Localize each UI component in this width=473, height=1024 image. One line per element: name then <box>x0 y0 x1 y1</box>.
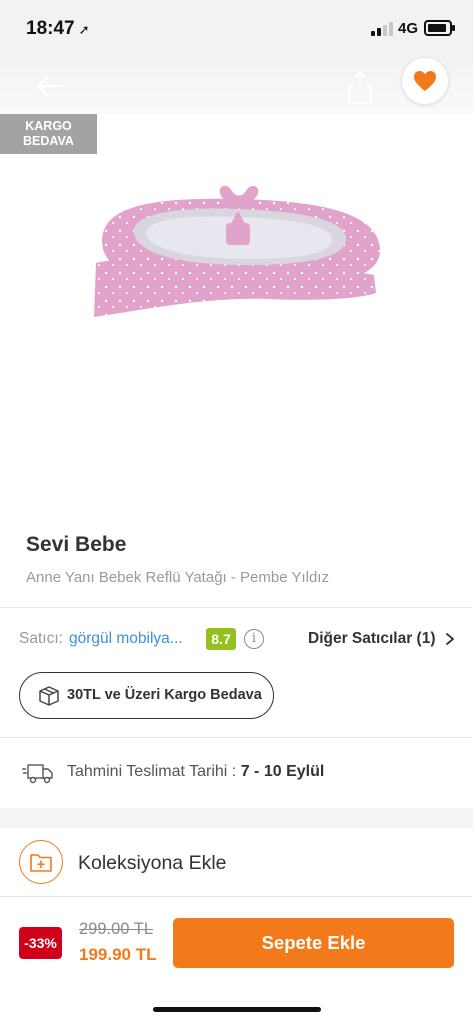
free-shipping-info-button[interactable]: 30TL ve Üzeri Kargo Bedava <box>19 672 274 719</box>
seller-link[interactable]: görgül mobilya... <box>69 630 183 648</box>
divider <box>0 607 473 608</box>
box-icon <box>38 685 60 707</box>
free-shipping-badge: KARGO BEDAVA <box>0 114 97 154</box>
badge-line-1: KARGO <box>25 119 72 133</box>
truck-icon <box>22 761 54 785</box>
home-indicator[interactable] <box>153 1007 321 1012</box>
section-separator <box>0 808 473 828</box>
seller-score-badge: 8.7 <box>206 628 236 650</box>
add-to-collection-row[interactable]: Koleksiyona Ekle <box>0 828 473 896</box>
add-to-collection-label: Koleksiyona Ekle <box>78 852 227 874</box>
divider <box>0 737 473 738</box>
status-bar: 18:47 ➚ 4G <box>0 0 473 58</box>
info-icon[interactable]: i <box>244 629 264 649</box>
product-brand[interactable]: Sevi Bebe <box>26 533 126 557</box>
favorite-button[interactable] <box>402 58 448 104</box>
chevron-right-icon <box>444 629 456 649</box>
new-price: 199.90 TL <box>79 945 157 964</box>
battery-icon <box>424 20 455 36</box>
status-time-text: 18:47 <box>26 18 75 39</box>
signal-icon <box>371 22 395 36</box>
seller-row: Satıcı: görgül mobilya... 8.7 i Diğer Sa… <box>19 628 459 652</box>
network-type: 4G <box>398 20 419 37</box>
back-arrow-icon <box>36 75 64 97</box>
delivery-label-text: Tahmini Teslimat Tarihi : <box>67 763 241 780</box>
location-arrow-icon: ➚ <box>78 22 90 37</box>
share-button[interactable] <box>345 66 375 106</box>
delivery-row: Tahmini Teslimat Tarihi : 7 - 10 Eylül <box>22 761 462 785</box>
add-to-cart-button[interactable]: Sepete Ekle <box>173 918 454 968</box>
status-time: 18:47 ➚ <box>26 18 90 40</box>
old-price: 299.00 TL <box>79 920 154 938</box>
product-image[interactable] <box>88 185 384 325</box>
bottom-purchase-bar: -33% 299.00 TL 199.90 TL Sepete Ekle <box>0 896 473 1024</box>
share-icon <box>348 71 372 104</box>
delivery-label: Tahmini Teslimat Tarihi : 7 - 10 Eylül <box>67 763 324 781</box>
delivery-date: 7 - 10 Eylül <box>240 763 325 780</box>
free-shipping-text: 30TL ve Üzeri Kargo Bedava <box>67 687 262 703</box>
folder-plus-icon <box>19 840 63 884</box>
heart-icon <box>414 71 436 91</box>
seller-label: Satıcı: <box>19 630 63 647</box>
baby-nest-illustration <box>94 185 380 317</box>
other-sellers-link[interactable]: Diğer Satıcılar (1) <box>308 630 436 648</box>
nav-bar <box>0 58 473 114</box>
product-name: Anne Yanı Bebek Reflü Yatağı - Pembe Yıl… <box>26 569 329 586</box>
back-button[interactable] <box>30 68 70 104</box>
badge-line-2: BEDAVA <box>23 134 74 148</box>
discount-badge: -33% <box>19 927 62 959</box>
